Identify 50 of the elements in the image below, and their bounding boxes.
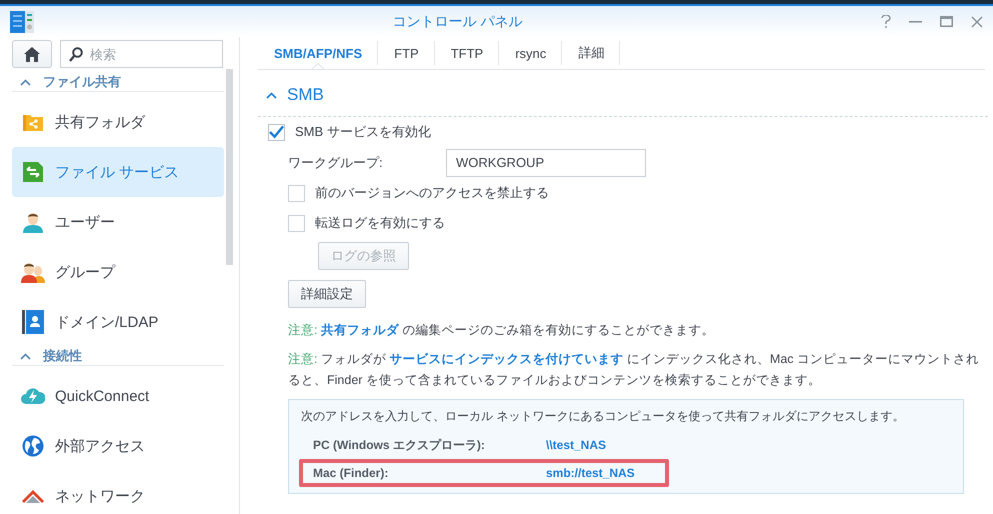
scrollbar[interactable]	[226, 69, 233, 265]
caret-up-icon[interactable]	[266, 92, 277, 98]
sidebar-item[interactable]: 共有フォルダ	[12, 97, 224, 147]
checkbox[interactable]	[288, 184, 305, 202]
search-icon	[69, 47, 83, 62]
checkbox-label: SMB サービスを有効化	[295, 123, 431, 141]
sidebar-item[interactable]: QuickConnect	[12, 371, 224, 421]
people-icon	[21, 261, 45, 283]
window-title: コントロール パネル	[392, 12, 524, 30]
person-icon	[21, 211, 45, 233]
address-intro: 次のアドレスを入力して、ローカル ネットワークにあるコンピュータを使って共有フォルダにアクセスします。	[301, 408, 906, 425]
address-link[interactable]: \\test_NAS	[546, 438, 606, 452]
maximize-icon[interactable]	[940, 16, 953, 27]
address-link[interactable]: smb://test_NAS	[546, 466, 635, 480]
advanced-settings-button[interactable]: 詳細設定	[288, 280, 366, 308]
sidebar-item[interactable]: ドメイン/LDAP	[12, 297, 224, 347]
help-icon[interactable]	[881, 15, 891, 28]
link[interactable]: サービスにインデックスを付けています	[389, 352, 624, 366]
link[interactable]: 共有フォルダ	[320, 323, 399, 337]
section-header[interactable]: 接続性	[12, 347, 224, 366]
checkbox[interactable]	[268, 124, 285, 140]
house-icon	[21, 489, 45, 503]
section-header[interactable]: SMB	[258, 74, 988, 117]
sidebar-item[interactable]: 外部アクセス	[12, 421, 224, 471]
arrows-icon	[21, 161, 45, 183]
note-text: 注意: フォルダが サービスにインデックスを付けています にインデックス化され、Mac コンピューターにマウントされると、Finder を使って含まれているファイルおよびコンテンツを検索することができます。	[288, 351, 980, 389]
id-card-icon	[21, 310, 45, 334]
checkbox-label: 前のバージョンへのアクセスを禁止する	[315, 184, 549, 202]
checkbox-label: 転送ログを有効にする	[315, 214, 445, 232]
app-icon	[10, 10, 34, 32]
caret-up-icon[interactable]	[20, 352, 31, 360]
checkbox[interactable]	[288, 214, 305, 232]
address-label: Mac (Finder):	[313, 466, 390, 480]
minimize-icon[interactable]	[909, 20, 922, 22]
home-icon	[24, 46, 40, 62]
section-header[interactable]: ファイル共有	[12, 73, 224, 92]
search-field[interactable]: 検索	[60, 40, 223, 68]
workgroup-field[interactable]: WORKGROUP	[446, 148, 646, 176]
sidebar-item[interactable]: ネットワーク	[12, 471, 224, 514]
folder-icon	[21, 112, 45, 132]
sidebar-item[interactable]: グループ	[12, 247, 224, 297]
field-label: ワークグループ:	[288, 154, 384, 172]
cloud-icon	[21, 386, 45, 406]
home-button[interactable]	[12, 40, 52, 68]
sidebar-item[interactable]: ユーザー	[12, 197, 224, 247]
address-label: PC (Windows エクスプローラ):	[313, 436, 486, 454]
caret-up-icon[interactable]	[20, 78, 31, 86]
note-text: 注意: 共有フォルダ の編集ページのごみ箱を有効にすることができます。	[288, 322, 716, 339]
close-icon[interactable]	[971, 16, 983, 28]
globe-icon	[21, 435, 45, 457]
